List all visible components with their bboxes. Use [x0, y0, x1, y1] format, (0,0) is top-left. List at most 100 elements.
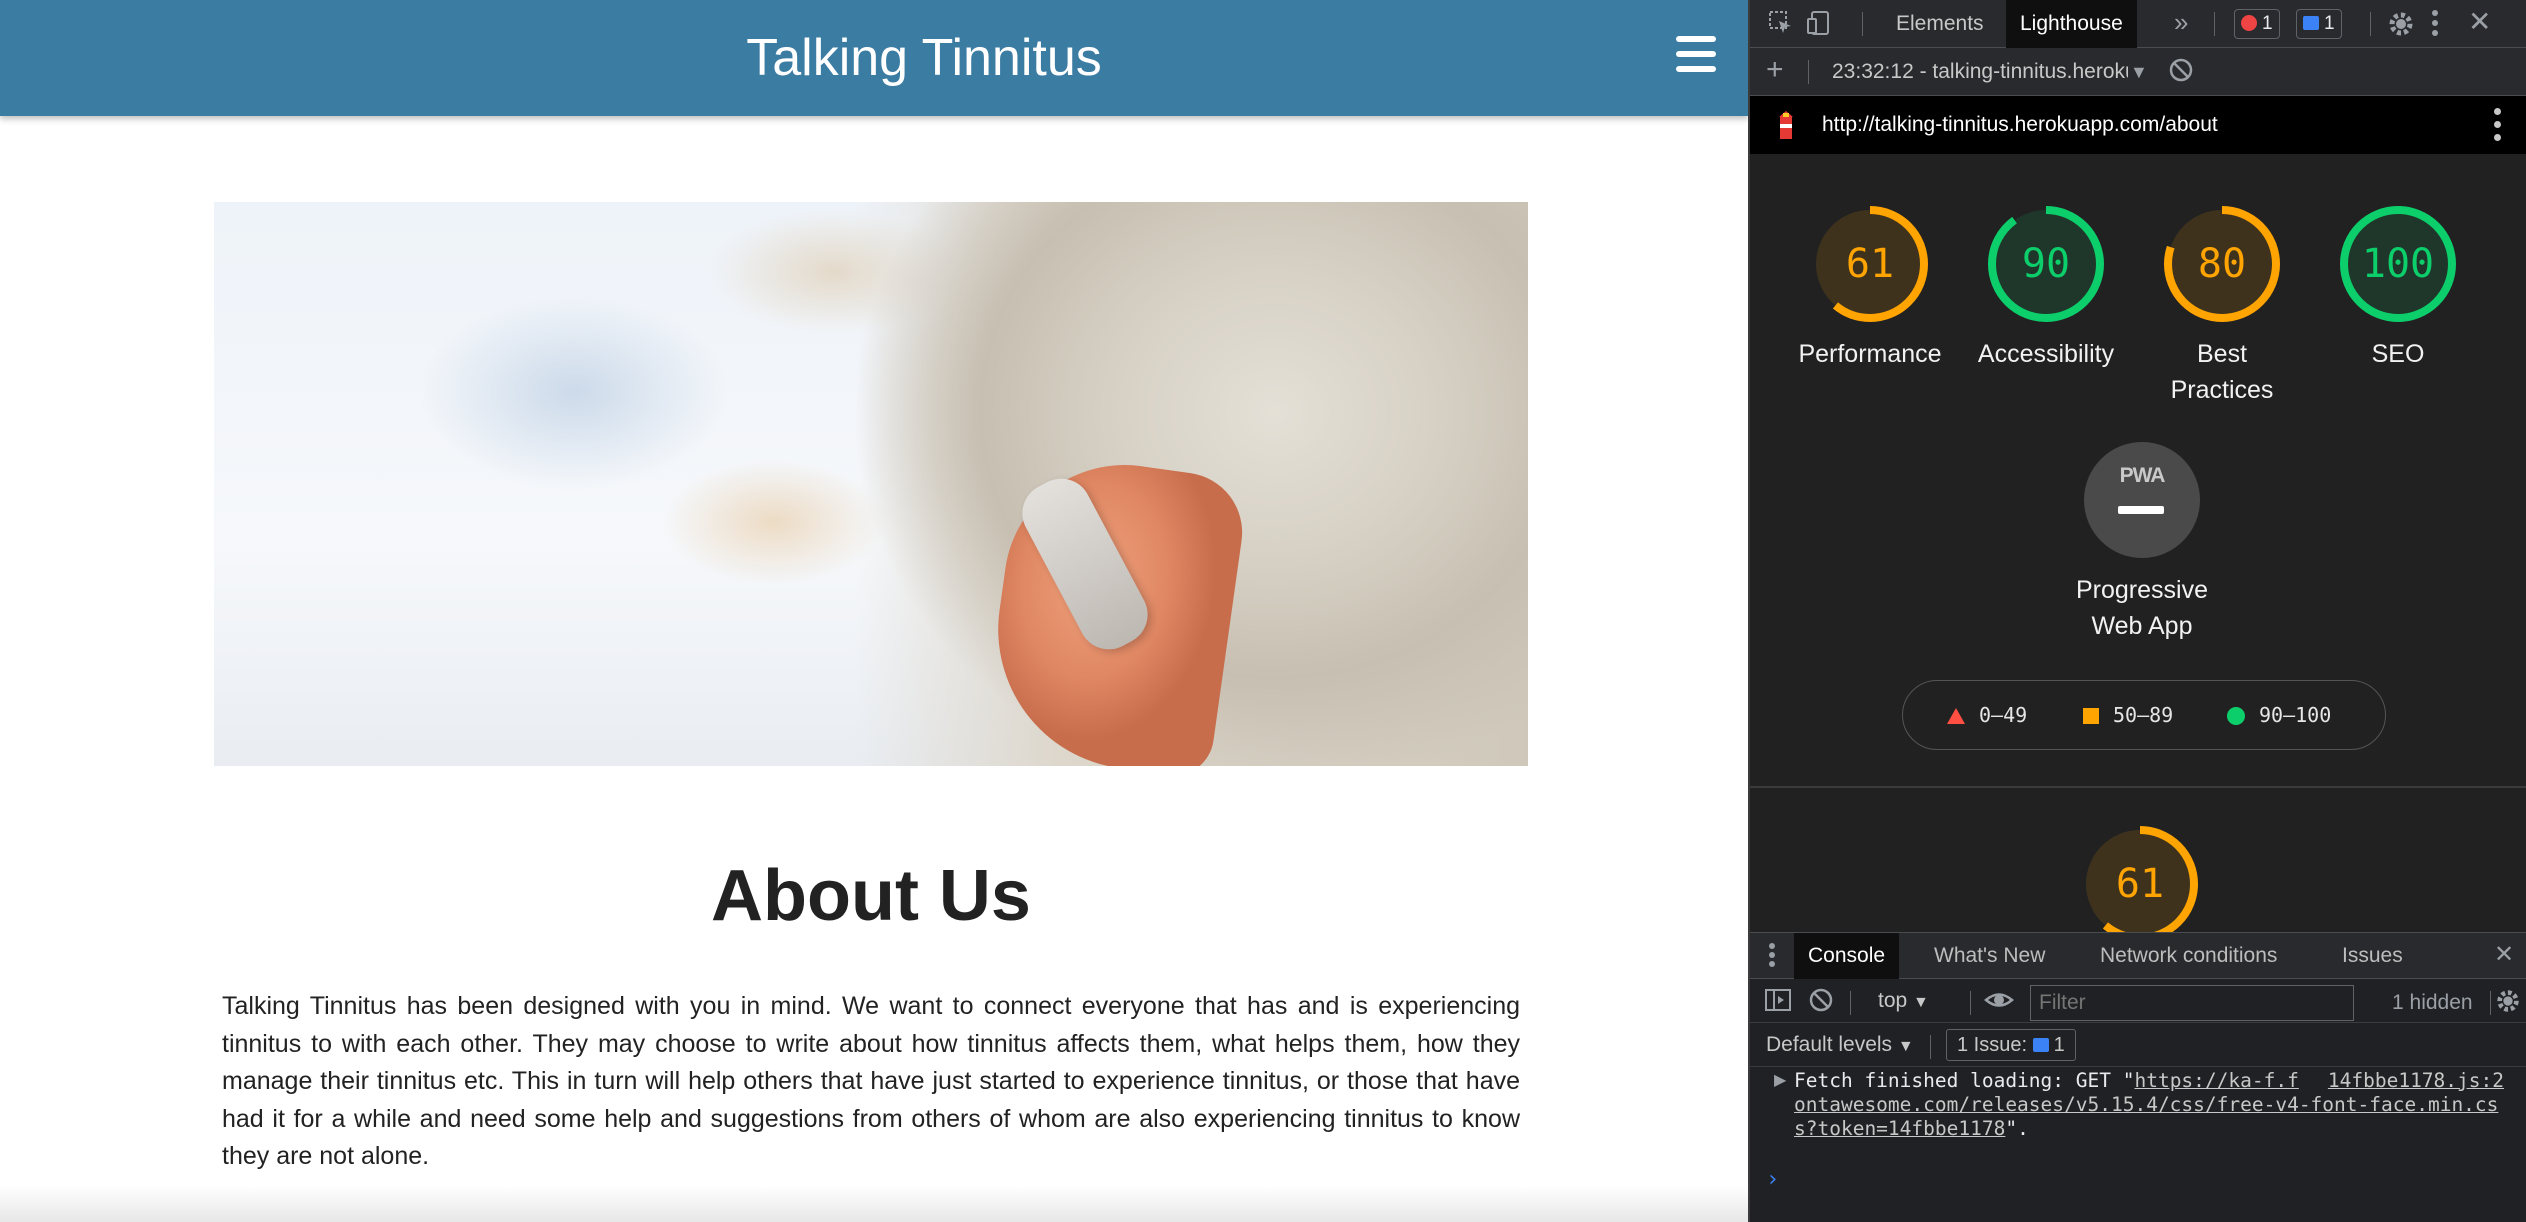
- context-select[interactable]: top ▼: [1878, 987, 1929, 1017]
- tab-console[interactable]: Console: [1794, 933, 1900, 979]
- console-filter-input[interactable]: [2030, 985, 2354, 1021]
- separator: [2490, 991, 2491, 1015]
- message-source-link[interactable]: 14fbbe1178.js:2: [2328, 1069, 2504, 1093]
- gauge-seo-score: 100: [2361, 241, 2435, 287]
- circle-icon: [2227, 707, 2245, 725]
- gauge-performance[interactable]: 61: [1810, 204, 1930, 324]
- tab-network-conditions[interactable]: Network conditions: [2086, 933, 2291, 979]
- issues-button[interactable]: 1 Issue: 1: [1946, 1029, 2076, 1061]
- close-drawer-icon[interactable]: ✕: [2494, 941, 2514, 969]
- performance-summary[interactable]: 61: [2080, 824, 2200, 932]
- hero-image: [214, 202, 1528, 766]
- gauge-seo[interactable]: 100: [2338, 204, 2458, 324]
- report-select[interactable]: 23:32:12 - talking-tinnitus.herokuapp.co…: [1832, 58, 2128, 86]
- console-settings-gear-icon[interactable]: [2494, 987, 2522, 1022]
- gauge-performance-score: 61: [1845, 241, 1895, 287]
- clear-icon[interactable]: [2168, 57, 2194, 90]
- gauge-best-practices-label: Best Practices: [2170, 340, 2274, 404]
- console-toolbar-levels: Default levels ▼ 1 Issue: 1: [1750, 1023, 2526, 1067]
- log-levels-label: Default levels: [1766, 1033, 1893, 1056]
- legend-fail: 0–49: [1947, 701, 2027, 729]
- gauge-best-practices-score: 80: [2197, 241, 2247, 287]
- issues-button-count: 1: [2053, 1034, 2065, 1056]
- clear-console-icon[interactable]: [1808, 987, 1834, 1020]
- error-icon: [2241, 15, 2257, 31]
- issue-icon: [2303, 16, 2319, 30]
- gauge-seo-label: SEO: [2371, 340, 2425, 368]
- drawer-tabbar: Console What's New Network conditions Is…: [1750, 933, 2526, 979]
- gauge-performance-label: Performance: [1798, 340, 1942, 368]
- gauge-accessibility[interactable]: 90: [1986, 204, 2106, 324]
- report-menu-icon[interactable]: [2494, 108, 2502, 142]
- pwa-label: Progressive Web App: [2076, 576, 2208, 640]
- close-icon[interactable]: ✕: [2468, 8, 2491, 36]
- pwa-badge[interactable]: PWA: [2084, 442, 2200, 558]
- separator: [1862, 12, 1863, 36]
- console-toolbar: top ▼ 1 hidden: [1750, 979, 2526, 1023]
- triangle-icon: [1947, 708, 1965, 724]
- dropdown-arrow-icon: ▼: [1897, 1038, 1914, 1055]
- site-title[interactable]: Talking Tinnitus: [0, 26, 1748, 90]
- console-prompt[interactable]: ›: [1766, 1167, 1779, 1192]
- eye-icon[interactable]: [1984, 987, 2014, 1020]
- sidebar-toggle-icon[interactable]: [1764, 987, 1792, 1020]
- site-header: Talking Tinnitus: [0, 0, 1748, 116]
- separator: [2370, 12, 2371, 36]
- log-levels-select[interactable]: Default levels ▼: [1766, 1031, 1914, 1061]
- tab-issues[interactable]: Issues: [2328, 933, 2417, 979]
- kebab-menu-icon[interactable]: [2430, 8, 2440, 45]
- devtools-tabbar: Elements Lighthouse » 1 1 ✕: [1750, 0, 2526, 48]
- tab-whats-new[interactable]: What's New: [1920, 933, 2059, 979]
- gauge-best-practices[interactable]: 80: [2162, 204, 2282, 324]
- section-divider: [1750, 786, 2526, 788]
- inspect-element-icon[interactable]: [1768, 10, 1794, 43]
- error-count-badge[interactable]: 1: [2234, 9, 2280, 39]
- expand-triangle-icon[interactable]: ▶: [1774, 1067, 1786, 1095]
- device-toolbar-icon[interactable]: [1806, 10, 1832, 43]
- audited-url: http://talking-tinnitus.herokuapp.com/ab…: [1822, 113, 2218, 136]
- pwa-dash-icon: [2118, 506, 2164, 514]
- score-legend: 0–49 50–89 90–100: [1902, 680, 2386, 750]
- performance-summary-score: 61: [2115, 861, 2165, 907]
- hamburger-icon[interactable]: [1676, 36, 1716, 72]
- about-heading: About Us: [711, 856, 1031, 936]
- pwa-badge-text: PWA: [2119, 464, 2166, 487]
- square-icon: [2083, 708, 2099, 724]
- chevron-double-right-icon[interactable]: »: [2174, 8, 2188, 36]
- issue-count: 1: [2324, 13, 2335, 34]
- separator: [1850, 991, 1851, 1015]
- issue-count-badge[interactable]: 1: [2296, 9, 2342, 39]
- console-message-text: 14fbbe1178.js:2 Fetch finished loading: …: [1794, 1069, 2504, 1141]
- message-prefix: Fetch finished loading: GET ": [1794, 1069, 2135, 1092]
- report-select-label: 23:32:12 - talking-tinnitus.herokuapp.co…: [1832, 60, 2128, 83]
- gear-icon[interactable]: [2386, 9, 2416, 46]
- lighthouse-url-bar: http://talking-tinnitus.herokuapp.com/ab…: [1750, 96, 2526, 154]
- issue-icon: [2032, 1038, 2049, 1052]
- context-select-label: top: [1878, 989, 1908, 1012]
- webpage-viewport: Talking Tinnitus About Us Talking Tinnit…: [0, 0, 1748, 1222]
- devtools-panel: Elements Lighthouse » 1 1 ✕ + 23:32:12 -…: [1748, 0, 2526, 1222]
- dropdown-arrow-icon: ▼: [1913, 994, 1929, 1011]
- lighthouse-report: 61 Performance 90 Accessibility 80 Best Pract…: [1750, 154, 2526, 932]
- tab-elements[interactable]: Elements: [1882, 0, 1998, 48]
- message-suffix: ".: [2005, 1117, 2029, 1140]
- separator: [1930, 1035, 1931, 1059]
- page-bottom-fade: [0, 1186, 1748, 1222]
- lighthouse-logo-icon: [1779, 111, 1793, 139]
- issues-button-label: 1 Issue:: [1957, 1034, 2028, 1056]
- about-paragraph: Talking Tinnitus has been designed with …: [222, 992, 1520, 1171]
- gauge-accessibility-score: 90: [2021, 241, 2071, 287]
- gauge-accessibility-label: Accessibility: [1977, 340, 2115, 368]
- error-count: 1: [2262, 13, 2273, 34]
- console-message: ▶ 14fbbe1178.js:2 Fetch finished loading…: [1750, 1067, 2526, 1140]
- tab-lighthouse[interactable]: Lighthouse: [2006, 0, 2137, 48]
- legend-average-range: 50–89: [2113, 703, 2174, 727]
- dropdown-arrow-icon[interactable]: ▼: [2130, 58, 2148, 86]
- separator: [1970, 991, 1971, 1015]
- separator: [1808, 60, 1809, 84]
- kebab-menu-icon[interactable]: [1768, 941, 1776, 976]
- legend-pass: 90–100: [2227, 701, 2331, 729]
- hidden-messages-count: 1 hidden: [2392, 991, 2473, 1014]
- legend-average: 50–89: [2083, 701, 2173, 729]
- plus-icon[interactable]: +: [1766, 55, 1784, 85]
